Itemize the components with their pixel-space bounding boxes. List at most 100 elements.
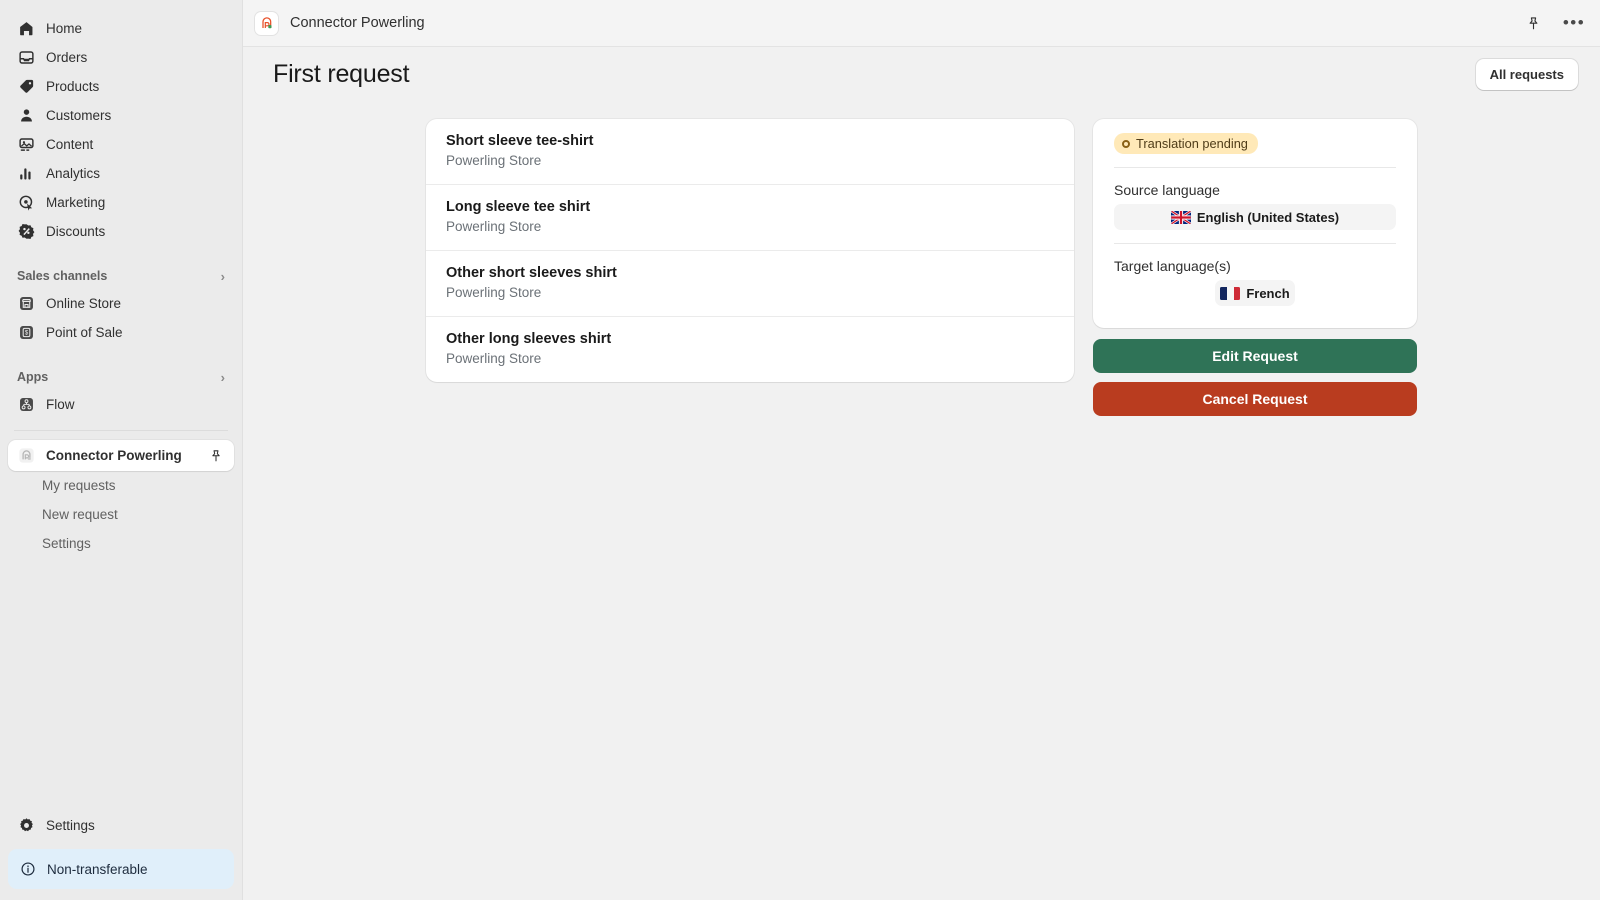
sidebar-item-label: Marketing (46, 195, 106, 210)
primary-nav: Home Orders Products Customers Content A… (0, 14, 242, 246)
sidebar: Home Orders Products Customers Content A… (0, 0, 243, 900)
chevron-right-icon: › (220, 268, 225, 284)
info-icon (19, 860, 37, 878)
sidebar-item-online-store[interactable]: Online Store (8, 289, 234, 318)
app-topbar: Connector Powerling ••• (243, 0, 1600, 47)
sidebar-item-orders[interactable]: Orders (8, 43, 234, 72)
app-subnav: My requests New request Settings (0, 471, 242, 558)
sales-channels-label: Sales channels (17, 269, 108, 283)
sidebar-item-my-requests[interactable]: My requests (8, 471, 234, 500)
home-icon (17, 20, 35, 38)
sidebar-item-label: Orders (46, 50, 88, 65)
target-language-text: French (1246, 285, 1290, 301)
powerling-app-icon (255, 11, 278, 35)
sidebar-item-app-settings[interactable]: Settings (8, 529, 234, 558)
more-options-icon[interactable]: ••• (1562, 11, 1586, 35)
sidebar-item-label: Customers (46, 108, 112, 123)
sidebar-item-label: Settings (46, 818, 95, 833)
product-title: Other long sleeves shirt (446, 331, 612, 347)
product-store: Powerling Store (446, 351, 542, 366)
sidebar-item-home[interactable]: Home (8, 14, 234, 43)
apps-nav: Flow (0, 390, 242, 419)
non-transferable-label: Non-transferable (47, 861, 148, 877)
content-icon (17, 136, 35, 154)
settings-nav: Settings (0, 811, 242, 849)
sidebar-divider (14, 430, 228, 431)
product-title: Short sleeve tee-shirt (446, 133, 594, 149)
source-language-text: English (United States) (1196, 209, 1340, 225)
store-icon (17, 295, 35, 313)
product-store: Powerling Store (446, 285, 542, 300)
french-flag-icon (1220, 286, 1241, 300)
sidebar-item-label: Online Store (46, 296, 122, 311)
sales-channels-nav: Online Store $ Point of Sale (0, 289, 242, 347)
products-column: Short sleeve tee-shirt Powerling Store L… (426, 119, 1074, 900)
products-card: Short sleeve tee-shirt Powerling Store L… (426, 119, 1074, 382)
point-of-sale-icon: $ (17, 324, 35, 342)
sidebar-item-settings[interactable]: Settings (8, 811, 234, 840)
info-divider (1114, 243, 1396, 244)
non-transferable-notice[interactable]: Non-transferable (8, 849, 234, 889)
main-area: Connector Powerling ••• First request Al… (243, 0, 1600, 900)
pin-icon[interactable] (207, 447, 225, 465)
sidebar-item-label: Point of Sale (46, 325, 123, 340)
target-language-label: Target language(s) (1114, 258, 1231, 274)
more-options-glyph: ••• (1562, 13, 1586, 32)
topbar-right: ••• (1521, 11, 1586, 35)
status-badge-label: Translation pending (1136, 136, 1248, 151)
customers-icon (17, 107, 35, 125)
source-language-label: Source language (1114, 182, 1220, 198)
analytics-icon (17, 165, 35, 183)
product-title: Long sleeve tee shirt (446, 199, 591, 215)
topbar-left: Connector Powerling (255, 11, 425, 35)
page-header: First request All requests (243, 47, 1600, 102)
product-row[interactable]: Short sleeve tee-shirt Powerling Store (426, 119, 1074, 185)
details-column: Translation pending Source language Engl… (1093, 119, 1417, 900)
sidebar-item-point-of-sale[interactable]: $ Point of Sale (8, 318, 234, 347)
pending-circle-icon (1122, 139, 1130, 148)
source-language-value: English (United States) (1114, 204, 1396, 230)
pin-icon[interactable] (1521, 11, 1545, 35)
sidebar-item-products[interactable]: Products (8, 72, 234, 101)
product-store: Powerling Store (446, 219, 542, 234)
content-region: Short sleeve tee-shirt Powerling Store L… (243, 102, 1600, 900)
sidebar-item-discounts[interactable]: Discounts (8, 217, 234, 246)
cancel-request-button[interactable]: Cancel Request (1093, 382, 1417, 416)
sidebar-item-content[interactable]: Content (8, 130, 234, 159)
gear-icon (17, 817, 35, 835)
discounts-icon (17, 223, 35, 241)
product-store: Powerling Store (446, 153, 542, 168)
sidebar-item-customers[interactable]: Customers (8, 101, 234, 130)
sidebar-item-analytics[interactable]: Analytics (8, 159, 234, 188)
sidebar-item-label: Products (46, 79, 100, 94)
sidebar-item-label: Analytics (46, 166, 101, 181)
product-row[interactable]: Long sleeve tee shirt Powerling Store (426, 185, 1074, 251)
sidebar-item-marketing[interactable]: Marketing (8, 188, 234, 217)
request-info-card: Translation pending Source language Engl… (1093, 119, 1417, 328)
powerling-app-icon (17, 447, 35, 465)
target-language-value: French (1215, 280, 1295, 306)
page-title: First request (273, 60, 410, 88)
sales-channels-header[interactable]: Sales channels › (0, 263, 242, 289)
sidebar-item-flow[interactable]: Flow (8, 390, 234, 419)
orders-icon (17, 49, 35, 67)
product-row[interactable]: Other short sleeves shirt Powerling Stor… (426, 251, 1074, 317)
flow-icon (17, 396, 35, 414)
sidebar-item-new-request[interactable]: New request (8, 500, 234, 529)
product-row[interactable]: Other long sleeves shirt Powerling Store (426, 317, 1074, 382)
sidebar-item-connector-powerling[interactable]: Connector Powerling (8, 440, 234, 471)
sidebar-item-label: Discounts (46, 224, 106, 239)
edit-request-button[interactable]: Edit Request (1093, 339, 1417, 373)
apps-header[interactable]: Apps › (0, 364, 242, 390)
status-badge: Translation pending (1114, 133, 1258, 154)
products-icon (17, 78, 35, 96)
uk-flag-icon (1170, 210, 1191, 224)
app-window: Home Orders Products Customers Content A… (0, 0, 1600, 900)
all-requests-button[interactable]: All requests (1475, 59, 1578, 90)
topbar-app-title: Connector Powerling (290, 15, 425, 31)
sidebar-item-label: Connector Powerling (46, 448, 182, 463)
sidebar-item-label: Home (46, 21, 83, 36)
chevron-right-icon: › (220, 369, 225, 385)
product-title: Other short sleeves shirt (446, 265, 617, 281)
